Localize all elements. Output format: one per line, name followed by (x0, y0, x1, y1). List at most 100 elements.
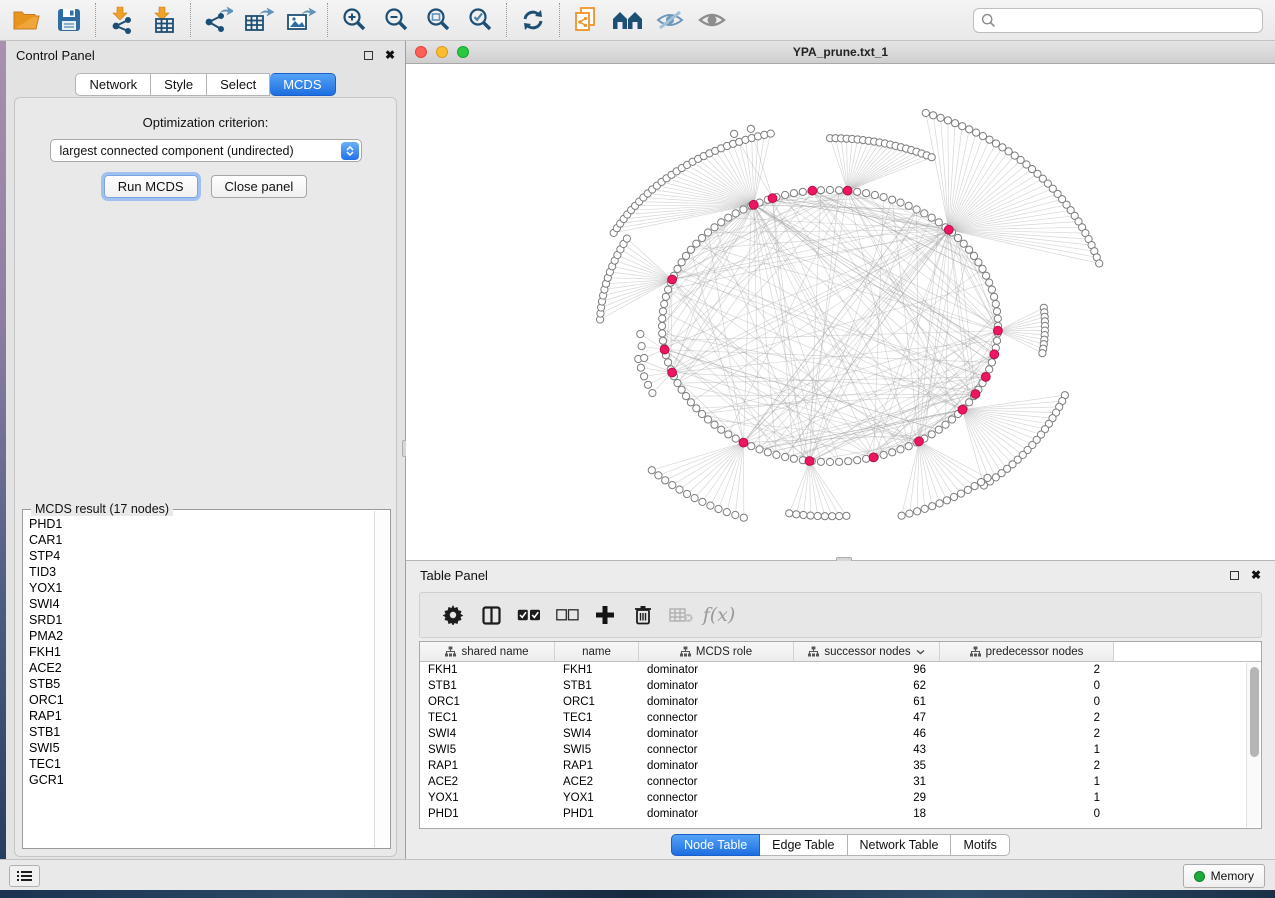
network-node[interactable] (960, 240, 967, 247)
network-node[interactable] (687, 399, 694, 406)
deselect-all-icon[interactable] (548, 597, 586, 633)
network-graph[interactable] (406, 64, 1275, 560)
network-node[interactable] (817, 187, 824, 194)
delete-column-icon[interactable] (624, 597, 662, 633)
network-node[interactable] (986, 366, 993, 373)
network-node[interactable] (1039, 350, 1046, 357)
mcds-result-item[interactable]: FKH1 (24, 644, 373, 660)
network-node[interactable] (973, 129, 980, 136)
tab-network-table[interactable]: Network Table (848, 834, 952, 856)
table-row[interactable]: TEC1TEC1connector472 (420, 710, 1261, 726)
close-panel-button[interactable]: Close panel (211, 175, 308, 198)
network-node[interactable] (854, 457, 861, 464)
network-node[interactable] (970, 252, 977, 259)
network-node[interactable] (942, 421, 949, 428)
import-network-icon[interactable] (101, 3, 143, 37)
table-row[interactable]: PHD1PHD1dominator180 (420, 806, 1261, 822)
tab-node-table[interactable]: Node Table (671, 834, 760, 856)
network-node[interactable] (674, 380, 681, 387)
network-node[interactable] (638, 343, 645, 350)
network-node[interactable] (994, 315, 1001, 322)
criterion-select[interactable]: largest connected component (undirected) (50, 139, 362, 162)
clone-network-icon[interactable] (565, 3, 607, 37)
network-node[interactable] (952, 120, 959, 127)
network-node[interactable] (786, 510, 793, 517)
tab-network[interactable]: Network (75, 73, 151, 96)
network-node[interactable] (943, 497, 950, 504)
network-node[interactable] (687, 246, 694, 253)
network-node[interactable] (659, 308, 666, 315)
network-node[interactable] (966, 399, 973, 406)
network-node[interactable] (937, 114, 944, 121)
network-node[interactable] (659, 337, 666, 344)
network-node[interactable] (826, 186, 833, 193)
table-scrollbar-thumb[interactable] (1250, 667, 1259, 757)
network-node[interactable] (929, 503, 936, 510)
mcds-result-item[interactable]: PHD1 (24, 516, 373, 532)
network-node[interactable] (992, 300, 999, 307)
network-node[interactable] (817, 458, 824, 465)
network-node[interactable] (693, 405, 700, 412)
network-node[interactable] (863, 190, 870, 197)
function-builder-icon[interactable]: f(x) (700, 597, 738, 633)
network-node[interactable] (814, 512, 821, 519)
network-node[interactable] (928, 154, 935, 161)
network-node[interactable] (986, 279, 993, 286)
first-neighbors-icon[interactable] (607, 3, 649, 37)
column-header-shared-name[interactable]: shared name (420, 642, 555, 662)
mcds-result-item[interactable]: SWI5 (24, 740, 373, 756)
network-node[interactable] (649, 390, 656, 397)
tab-select[interactable]: Select (207, 73, 270, 96)
network-node[interactable] (984, 474, 991, 481)
mcds-hub-node[interactable] (768, 194, 777, 203)
network-node[interactable] (799, 188, 806, 195)
network-node[interactable] (936, 500, 943, 507)
network-node[interactable] (644, 381, 651, 388)
network-node[interactable] (623, 235, 630, 242)
network-node[interactable] (897, 446, 904, 453)
network-node[interactable] (959, 123, 966, 130)
network-node[interactable] (993, 337, 1000, 344)
run-mcds-button[interactable]: Run MCDS (104, 175, 198, 198)
network-node[interactable] (988, 359, 995, 366)
tab-motifs[interactable]: Motifs (951, 834, 1009, 856)
network-node[interactable] (821, 513, 828, 520)
network-node[interactable] (836, 513, 843, 520)
network-node[interactable] (930, 112, 937, 119)
network-node[interactable] (845, 458, 852, 465)
mcds-hub-node[interactable] (843, 186, 852, 195)
network-node[interactable] (732, 511, 739, 518)
table-row[interactable]: YOX1YOX1connector291 (420, 790, 1261, 806)
network-node[interactable] (773, 451, 780, 458)
network-node[interactable] (740, 514, 747, 521)
network-node[interactable] (836, 458, 843, 465)
mcds-hub-node[interactable] (749, 200, 758, 209)
network-node[interactable] (637, 364, 644, 371)
network-node[interactable] (662, 293, 669, 300)
network-node[interactable] (1096, 260, 1103, 267)
zoom-fit-icon[interactable] (417, 3, 459, 37)
network-node[interactable] (991, 293, 998, 300)
network-node[interactable] (732, 210, 739, 217)
network-node[interactable] (718, 426, 725, 433)
network-node[interactable] (871, 191, 878, 198)
network-node[interactable] (655, 472, 662, 479)
network-node[interactable] (767, 130, 774, 137)
network-node[interactable] (740, 206, 747, 213)
network-node[interactable] (711, 421, 718, 428)
table-row[interactable]: ACE2ACE2connector311 (420, 774, 1261, 790)
network-node[interactable] (790, 190, 797, 197)
network-node[interactable] (723, 509, 730, 516)
network-node[interactable] (732, 435, 739, 442)
mcds-hub-node[interactable] (958, 405, 967, 414)
network-node[interactable] (782, 453, 789, 460)
network-node[interactable] (889, 196, 896, 203)
mcds-hub-node[interactable] (668, 368, 677, 377)
network-window-titlebar[interactable]: YPA_prune.txt_1 (406, 41, 1275, 64)
column-header-name[interactable]: name (555, 642, 639, 662)
network-node[interactable] (975, 259, 982, 266)
network-node[interactable] (748, 443, 755, 450)
network-node[interactable] (683, 490, 690, 497)
table-settings-icon[interactable] (434, 597, 472, 633)
network-node[interactable] (665, 359, 672, 366)
